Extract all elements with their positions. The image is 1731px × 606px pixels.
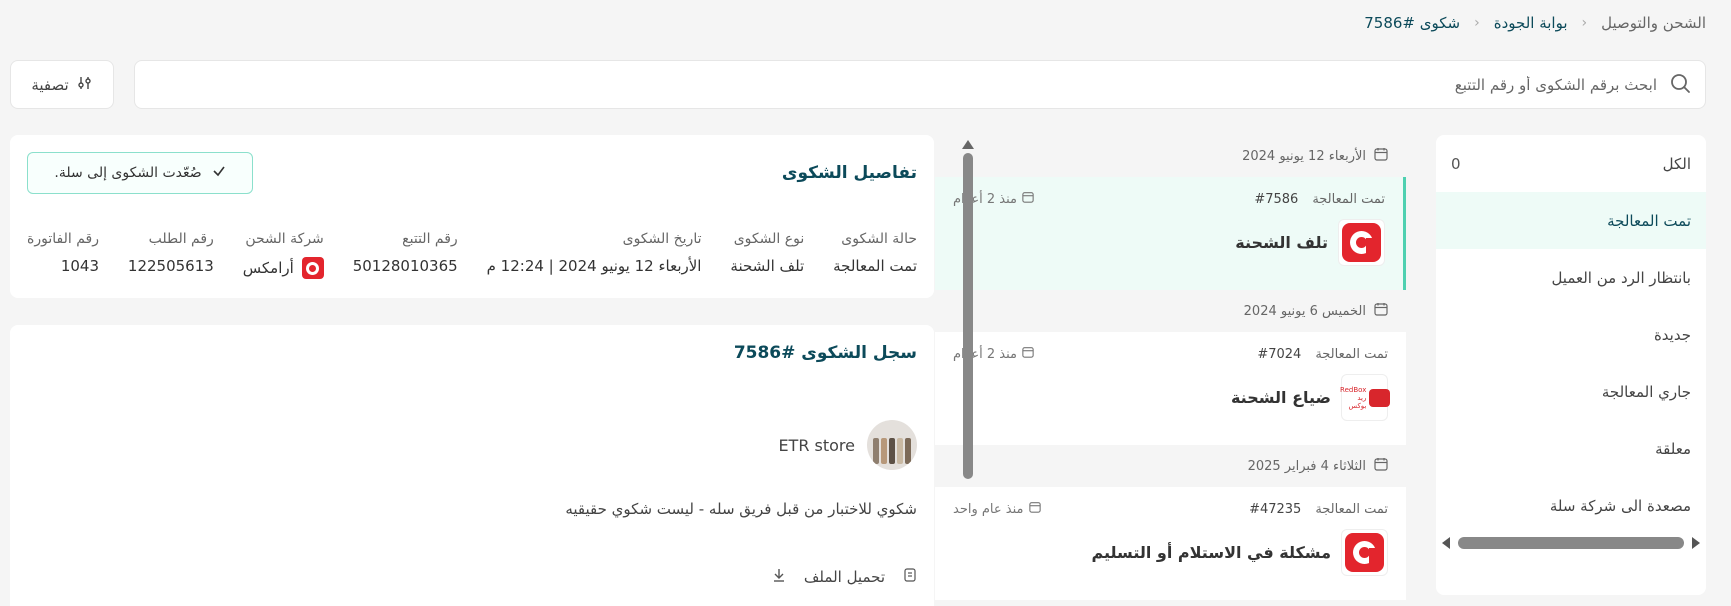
calendar-icon	[1374, 302, 1388, 320]
field-type: نوع الشكوى تلف الشحنة	[730, 231, 805, 275]
author-name: ETR store	[778, 435, 855, 455]
card-title: تلف الشحنة	[1235, 233, 1328, 252]
search-icon	[1669, 72, 1691, 98]
breadcrumb-quality-portal[interactable]: بوابة الجودة	[1494, 14, 1568, 32]
card-number: #7024	[1257, 346, 1302, 362]
status-label: الكل	[1662, 154, 1691, 173]
field-tracking: رقم التتبع 50128010365	[352, 231, 458, 275]
calendar-icon	[1022, 191, 1034, 207]
card-status: تمت المعالجة	[1312, 191, 1385, 207]
list-item[interactable]: تمت المعالجة #7024 منذ 2 أعوام RedBoxريد…	[935, 332, 1406, 445]
aramex-logo	[1341, 529, 1388, 576]
escalated-text: صُعّدت الشكوى إلى سلة.	[54, 165, 202, 181]
status-label: معلقة	[1655, 439, 1691, 458]
details-fields: حالة الشكوى تمت المعالجة نوع الشكوى تلف …	[27, 231, 917, 279]
calendar-icon	[1374, 457, 1388, 475]
calendar-icon	[1022, 346, 1034, 362]
list-item[interactable]: تمت المعالجة #47235 منذ عام واحد مشكلة ف…	[935, 487, 1406, 600]
calendar-icon	[1028, 501, 1041, 517]
status-label: مصعدة الى شركة سلة	[1549, 496, 1691, 515]
card-age: منذ عام واحد	[953, 501, 1024, 517]
vertical-scrollbar[interactable]	[962, 140, 974, 486]
status-label: بانتظار الرد من العميل	[1551, 268, 1691, 287]
breadcrumb: الشحن والتوصيل ‹ بوابة الجودة ‹ شكوى #75…	[1364, 14, 1706, 32]
calendar-icon	[1374, 147, 1388, 165]
filter-button[interactable]: تصفية	[10, 60, 114, 109]
scroll-up-icon[interactable]	[962, 140, 974, 149]
day-header-date: الأربعاء 12 يونيو 2024	[1242, 148, 1366, 164]
scroll-right-icon[interactable]	[1692, 537, 1700, 549]
chevron-left-icon: ‹	[1581, 15, 1588, 31]
sliders-icon	[77, 75, 93, 95]
file-icon	[903, 568, 917, 586]
card-title: مشكلة في الاستلام أو التسليم	[1091, 543, 1331, 562]
search-box[interactable]	[134, 60, 1706, 109]
complaint-log-card: سجل الشكوى #7586 ETR store شكوي للاختبار…	[10, 325, 934, 606]
status-item-resolved[interactable]: تمت المعالجة	[1436, 192, 1706, 249]
avatar	[867, 420, 917, 470]
download-file-button[interactable]: تحميل الملف	[772, 568, 917, 586]
details-title: تفاصيل الشكوى	[781, 163, 917, 183]
status-item-escalated[interactable]: مصعدة الى شركة سلة	[1436, 477, 1706, 534]
field-status: حالة الشكوى تمت المعالجة	[833, 231, 917, 275]
redbox-logo: RedBox ريد بوكس	[1340, 374, 1391, 421]
status-label: جاري المعالجة	[1601, 382, 1691, 401]
list-item[interactable]: تمت المعالجة #7586 منذ 2 أعوام تلف الشحن…	[935, 177, 1406, 290]
log-author: ETR store	[778, 420, 917, 470]
log-message: شكوي للاختبار من قبل فريق سله - ليست شكو…	[565, 500, 917, 518]
card-status: تمت المعالجة	[1315, 501, 1388, 517]
status-label: تمت المعالجة	[1607, 211, 1691, 230]
filter-label: تصفية	[31, 75, 69, 94]
breadcrumb-current: شكوى #7586	[1364, 14, 1461, 32]
check-icon	[212, 164, 226, 182]
status-label: جديدة	[1653, 325, 1691, 344]
complaint-details-card: تفاصيل الشكوى صُعّدت الشكوى إلى سلة. حال…	[10, 135, 934, 298]
card-title: ضياع الشحنة	[1230, 388, 1331, 407]
day-header-date: الثلاثاء 4 فبراير 2025	[1247, 458, 1366, 474]
status-item-awaiting-customer[interactable]: بانتظار الرد من العميل	[1436, 249, 1706, 306]
card-status: تمت المعالجة	[1315, 346, 1388, 362]
scrollbar-thumb[interactable]	[963, 153, 973, 479]
chevron-left-icon: ‹	[1474, 15, 1480, 31]
aramex-logo	[301, 257, 324, 279]
status-count: 0	[1451, 154, 1461, 173]
escalated-badge: صُعّدت الشكوى إلى سلة.	[27, 152, 253, 194]
search-input[interactable]	[135, 75, 1657, 94]
status-panel: الكل 0 تمت المعالجة بانتظار الرد من العم…	[1436, 135, 1706, 595]
aramex-logo	[1338, 219, 1385, 266]
card-number: #47235	[1249, 501, 1302, 517]
field-date: تاريخ الشكوى الأربعاء 12 يونيو 2024 | 12…	[486, 231, 702, 275]
complaint-list: الأربعاء 12 يونيو 2024 تمت المعالجة #758…	[935, 135, 1406, 606]
day-header-date: الخميس 6 يونيو 2024	[1243, 303, 1366, 319]
field-carrier: شركة الشحن أرامكس	[242, 231, 324, 279]
status-item-all[interactable]: الكل 0	[1436, 135, 1706, 192]
day-header: الخميس 6 يونيو 2024	[935, 290, 1406, 332]
scrollbar-thumb[interactable]	[1458, 537, 1684, 549]
status-item-pending[interactable]: معلقة	[1436, 420, 1706, 477]
download-icon	[772, 568, 786, 586]
download-label: تحميل الملف	[803, 568, 885, 586]
field-order-number: رقم الطلب 122505613	[127, 231, 214, 275]
breadcrumb-shipping[interactable]: الشحن والتوصيل	[1601, 14, 1706, 32]
day-header: الثلاثاء 4 فبراير 2025	[935, 445, 1406, 487]
scroll-left-icon[interactable]	[1442, 537, 1450, 549]
status-item-new[interactable]: جديدة	[1436, 306, 1706, 363]
status-item-in-progress[interactable]: جاري المعالجة	[1436, 363, 1706, 420]
card-number: #7586	[1254, 191, 1299, 207]
log-title: سجل الشكوى #7586	[733, 343, 917, 363]
field-invoice-number: رقم الفاتورة 1043	[27, 231, 99, 275]
horizontal-scrollbar[interactable]	[1442, 536, 1700, 550]
day-header: الأربعاء 12 يونيو 2024	[935, 135, 1406, 177]
